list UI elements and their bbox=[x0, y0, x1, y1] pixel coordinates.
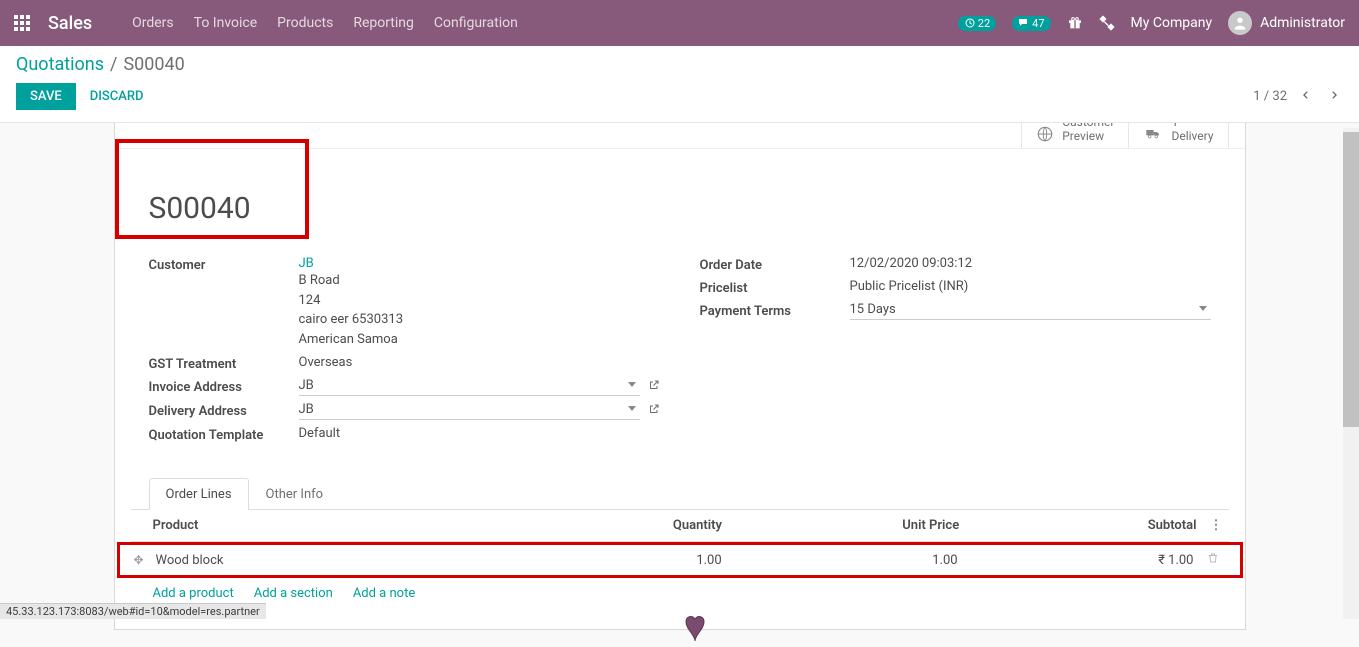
truck-icon bbox=[1143, 126, 1163, 145]
delivery-l2: Delivery bbox=[1171, 130, 1213, 143]
activity-badge[interactable]: 22 bbox=[958, 16, 996, 31]
breadcrumb-root[interactable]: Quotations bbox=[16, 54, 104, 75]
kebab-icon[interactable]: ⋮ bbox=[1196, 518, 1228, 533]
nav-reporting[interactable]: Reporting bbox=[353, 15, 414, 31]
delivery-address-label: Delivery Address bbox=[149, 402, 299, 419]
pager: 1 / 32 bbox=[1253, 84, 1343, 110]
delivery-address-field[interactable]: JB bbox=[299, 402, 640, 420]
pager-next-button[interactable] bbox=[1325, 84, 1343, 110]
tabs: Order Lines Other Info bbox=[131, 477, 1229, 510]
control-bar: Quotations / S00040 SAVE DISCARD 1 / 32 bbox=[0, 46, 1359, 123]
line-unit-price[interactable]: 1.00 bbox=[722, 553, 958, 568]
customer-preview-l2: Preview bbox=[1062, 130, 1114, 143]
left-column: Customer JB B Road 124 cairo eer 6530313… bbox=[149, 256, 660, 449]
breadcrumb-sep: / bbox=[110, 54, 117, 75]
order-line-row[interactable]: ✥ Wood block 1.00 1.00 ₹ 1.00 bbox=[134, 545, 1226, 575]
tools-icon[interactable] bbox=[1099, 15, 1115, 31]
line-subtotal: ₹ 1.00 bbox=[958, 553, 1194, 568]
scrollbar-thumb[interactable] bbox=[1343, 132, 1359, 427]
addr-line3: cairo eer 6530313 bbox=[299, 310, 660, 330]
external-link-icon[interactable] bbox=[648, 379, 660, 395]
customer-preview-button[interactable]: Customer Preview bbox=[1021, 123, 1128, 148]
customer-label: Customer bbox=[149, 256, 299, 273]
payment-terms-field[interactable]: 15 Days bbox=[850, 302, 1211, 320]
external-link-icon[interactable] bbox=[648, 403, 660, 419]
add-product-link[interactable]: Add a product bbox=[153, 586, 234, 601]
top-navbar: Sales Orders To Invoice Products Reporti… bbox=[0, 0, 1359, 46]
nav-links: Orders To Invoice Products Reporting Con… bbox=[132, 15, 958, 31]
breadcrumb-current: S00040 bbox=[123, 54, 184, 75]
tab-other-info[interactable]: Other Info bbox=[249, 478, 341, 510]
tab-order-lines[interactable]: Order Lines bbox=[149, 478, 249, 510]
conversation-badge[interactable]: 47 bbox=[1012, 16, 1050, 31]
activity-count: 22 bbox=[978, 17, 990, 30]
globe-icon bbox=[1036, 125, 1054, 146]
cursor-heart-icon bbox=[682, 613, 708, 643]
add-links: Add a product Add a section Add a note bbox=[131, 578, 1229, 605]
col-product: Product bbox=[153, 518, 485, 533]
invoice-address-field[interactable]: JB bbox=[299, 378, 640, 396]
company-name[interactable]: My Company bbox=[1131, 15, 1213, 31]
customer-link[interactable]: JB bbox=[299, 256, 314, 271]
nav-to-invoice[interactable]: To Invoice bbox=[194, 15, 258, 31]
line-quantity[interactable]: 1.00 bbox=[486, 553, 722, 568]
form-sheet: Customer Preview 1 Delivery S00040 Custo… bbox=[114, 123, 1246, 630]
pager-prev-button[interactable] bbox=[1297, 84, 1315, 110]
right-column: Order Date 12/02/2020 09:03:12 Pricelist… bbox=[700, 256, 1211, 449]
status-bar: 45.33.123.173:8083/web#id=10&model=res.p… bbox=[0, 603, 266, 619]
invoice-address-label: Invoice Address bbox=[149, 378, 299, 395]
quotation-template-label: Quotation Template bbox=[149, 426, 299, 443]
pager-text: 1 / 32 bbox=[1253, 89, 1287, 104]
discard-button[interactable]: DISCARD bbox=[90, 89, 144, 104]
nav-configuration[interactable]: Configuration bbox=[434, 15, 518, 31]
app-brand[interactable]: Sales bbox=[48, 13, 92, 34]
breadcrumb: Quotations / S00040 bbox=[16, 54, 1343, 75]
addr-line4: American Samoa bbox=[299, 330, 660, 350]
addr-line1: B Road bbox=[299, 271, 660, 291]
trash-icon[interactable] bbox=[1193, 551, 1225, 569]
user-menu[interactable]: Administrator bbox=[1228, 11, 1345, 35]
col-subtotal: Subtotal bbox=[959, 518, 1196, 533]
user-name: Administrator bbox=[1260, 15, 1345, 31]
top-right: 22 47 My Company Administrator bbox=[958, 11, 1345, 35]
apps-icon[interactable] bbox=[14, 15, 30, 31]
pricelist-label: Pricelist bbox=[700, 279, 850, 296]
add-section-link[interactable]: Add a section bbox=[254, 586, 333, 601]
gst-label: GST Treatment bbox=[149, 355, 299, 372]
avatar-icon bbox=[1228, 11, 1252, 35]
order-number: S00040 bbox=[131, 149, 1229, 256]
pricelist-value: Public Pricelist (INR) bbox=[850, 279, 1211, 294]
order-date-label: Order Date bbox=[700, 256, 850, 273]
quotation-template-value: Default bbox=[299, 426, 660, 441]
addr-line2: 124 bbox=[299, 291, 660, 311]
save-button[interactable]: SAVE bbox=[16, 83, 76, 110]
stat-bar: Customer Preview 1 Delivery bbox=[115, 123, 1245, 149]
order-date-value: 12/02/2020 09:03:12 bbox=[850, 256, 1211, 271]
add-note-link[interactable]: Add a note bbox=[353, 586, 415, 601]
order-lines-header: Product Quantity Unit Price Subtotal ⋮ bbox=[131, 510, 1229, 542]
page-wrap: Customer Preview 1 Delivery S00040 Custo… bbox=[0, 123, 1359, 630]
line-product[interactable]: Wood block bbox=[156, 553, 486, 568]
col-unit-price: Unit Price bbox=[722, 518, 959, 533]
payment-terms-label: Payment Terms bbox=[700, 302, 850, 319]
gst-value: Overseas bbox=[299, 355, 660, 370]
gift-icon[interactable] bbox=[1067, 15, 1083, 31]
conversation-count: 47 bbox=[1032, 17, 1044, 30]
delivery-button[interactable]: 1 Delivery bbox=[1128, 123, 1228, 148]
form-columns: Customer JB B Road 124 cairo eer 6530313… bbox=[131, 256, 1229, 449]
drag-handle-icon[interactable]: ✥ bbox=[134, 553, 156, 567]
highlight-box-row: ✥ Wood block 1.00 1.00 ₹ 1.00 bbox=[117, 542, 1243, 578]
col-quantity: Quantity bbox=[485, 518, 722, 533]
nav-products[interactable]: Products bbox=[277, 15, 333, 31]
nav-orders[interactable]: Orders bbox=[132, 15, 174, 31]
scrollbar[interactable] bbox=[1343, 128, 1359, 619]
